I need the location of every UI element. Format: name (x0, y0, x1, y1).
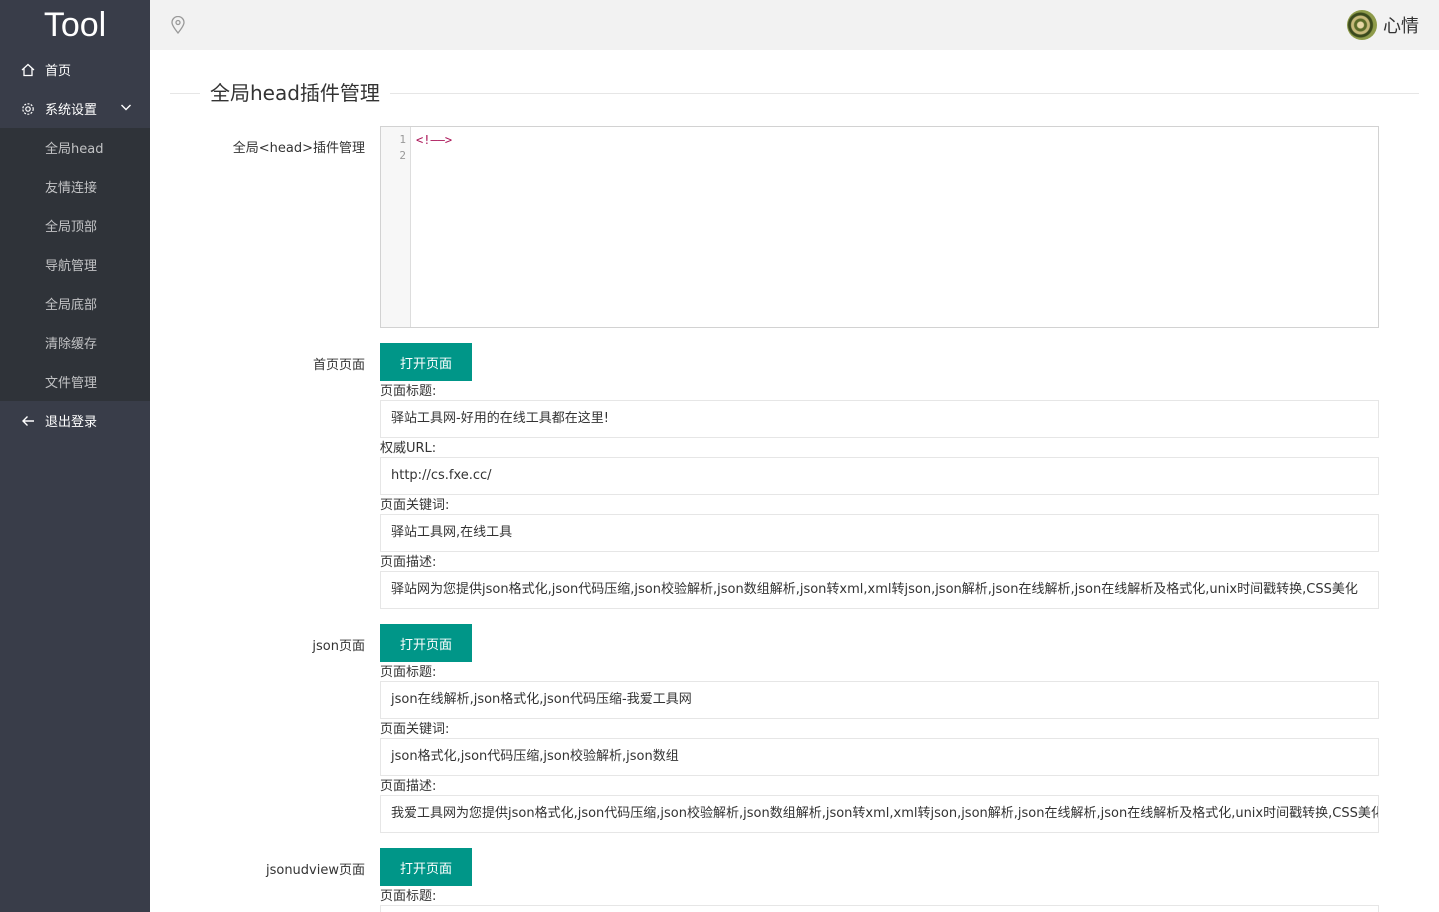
line-number: 2 (399, 149, 406, 162)
line-number-gutter: 1 2 (381, 127, 411, 327)
home-keywords-input[interactable]: 驿站工具网,在线工具 (380, 514, 1379, 552)
sidebar-item-settings[interactable]: 系统设置 (0, 89, 150, 128)
gear-icon (20, 101, 36, 117)
sidebar-subitem-global-bottom[interactable]: 全局底部 (0, 284, 150, 323)
home-icon (20, 62, 36, 78)
arrow-left-icon (20, 413, 36, 429)
keywords-label: 页面关键词: (380, 498, 450, 513)
home-page-label: 首页页面 (312, 358, 365, 373)
sidebar-item-home[interactable]: 首页 (0, 50, 150, 89)
title-label: 页面标题: (380, 384, 437, 399)
open-home-page-button[interactable]: 打开页面 (380, 343, 472, 381)
sidebar-subitem-nav-manage[interactable]: 导航管理 (0, 245, 150, 284)
main-content: 全局head插件管理 全局<head>插件管理 1 2 <!——> 首页页面 打… (150, 50, 1439, 912)
username: 心情 (1383, 16, 1419, 37)
open-jsonud-page-button[interactable]: 打开页面 (380, 848, 472, 886)
location-icon[interactable] (170, 15, 186, 38)
sidebar-subitem-friend-links[interactable]: 友情连接 (0, 167, 150, 206)
app-logo: Tool (43, 5, 107, 44)
head-code-editor[interactable]: 1 2 <!——> (380, 126, 1379, 328)
user-menu[interactable]: 心情 (1347, 10, 1419, 40)
sidebar-subitem-clear-cache[interactable]: 清除缓存 (0, 323, 150, 362)
sidebar-subitem-global-head[interactable]: 全局head (0, 128, 150, 167)
page-title: 全局head插件管理 (200, 80, 390, 106)
description-label: 页面描述: (380, 779, 437, 794)
home-description-input[interactable]: 驿站网为您提供json格式化,json代码压缩,json校验解析,json数组解… (380, 571, 1379, 609)
sidebar-subitem-global-top[interactable]: 全局顶部 (0, 206, 150, 245)
json-page-label: json页面 (312, 639, 365, 654)
url-label: 权威URL: (380, 441, 437, 456)
title-label: 页面标题: (380, 665, 437, 680)
editor-code[interactable]: <!——> (416, 132, 452, 148)
chevron-down-icon (120, 101, 132, 117)
sidebar-item-label: 首页 (45, 64, 72, 79)
editor-label: 全局<head>插件管理 (232, 141, 365, 156)
sidebar-item-logout[interactable]: 退出登录 (0, 401, 150, 440)
json-title-input[interactable]: json在线解析,json格式化,json代码压缩-我爱工具网 (380, 681, 1379, 719)
title-label: 页面标题: (380, 889, 437, 904)
jsonud-title-input[interactable] (380, 905, 1379, 912)
section-header: 全局head插件管理 (170, 80, 1419, 106)
top-header: 心情 (150, 0, 1439, 50)
sidebar-item-label: 退出登录 (45, 415, 98, 430)
jsonud-page-label: jsonudview页面 (265, 863, 365, 878)
description-label: 页面描述: (380, 555, 437, 570)
json-description-input[interactable]: 我爱工具网为您提供json格式化,json代码压缩,json校验解析,json数… (380, 795, 1379, 833)
sidebar-subitem-file-manage[interactable]: 文件管理 (0, 362, 150, 401)
home-title-input[interactable]: 驿站工具网-好用的在线工具都在这里! (380, 400, 1379, 438)
open-json-page-button[interactable]: 打开页面 (380, 624, 472, 662)
avatar (1347, 10, 1377, 40)
keywords-label: 页面关键词: (380, 722, 450, 737)
home-url-input[interactable]: http://cs.fxe.cc/ (380, 457, 1379, 495)
sidebar-item-label: 系统设置 (45, 103, 98, 118)
settings-submenu: 全局head 友情连接 全局顶部 导航管理 全局底部 清除缓存 文件管理 (0, 128, 150, 401)
line-number: 1 (399, 133, 406, 146)
json-keywords-input[interactable]: json格式化,json代码压缩,json校验解析,json数组 (380, 738, 1379, 776)
sidebar: Tool 首页 系统设置 全局head 友情连接 全局顶部 导航管理 全局底部 … (0, 0, 150, 912)
